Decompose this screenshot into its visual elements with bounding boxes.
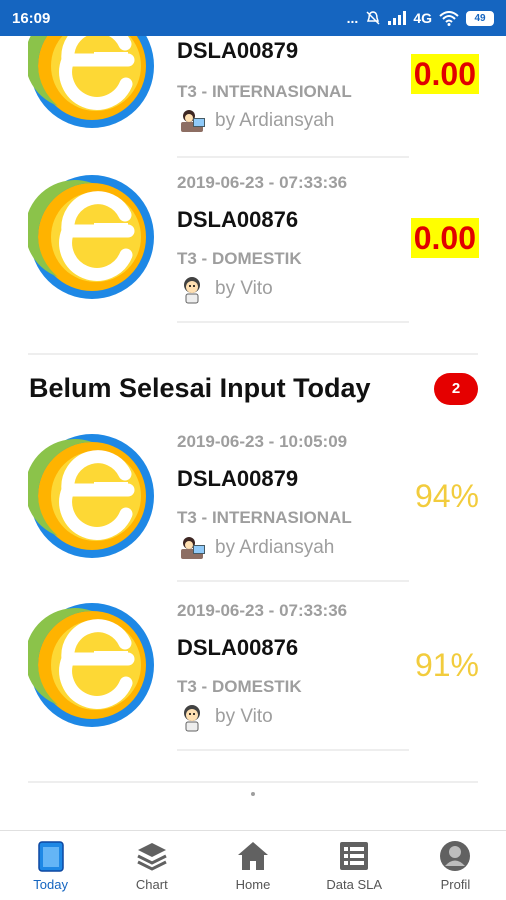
item-divider: [177, 156, 409, 158]
bottom-nav: Today Chart Home Data SLA Profil: [0, 830, 506, 900]
report-code: DSLA00879: [177, 38, 299, 63]
status-bar: 16:09 ... 4G 49: [0, 0, 506, 36]
report-author: by Ardiansyah: [177, 533, 334, 563]
report-author: by Vito: [177, 702, 273, 732]
nav-profil[interactable]: Profil: [405, 831, 506, 900]
list-item[interactable]: DSLA00879 T3 - INTERNASIONAL by Ardiansy…: [0, 36, 506, 172]
list-item[interactable]: 2019-06-23 - 10:05:09 DSLA00879 T3 - INT…: [0, 432, 506, 602]
app-logo-icon: [28, 175, 154, 299]
report-author: by Vito: [177, 274, 273, 304]
list-item[interactable]: 2019-06-23 - 07:33:36 DSLA00876 T3 - DOM…: [0, 601, 506, 771]
nav-home[interactable]: Home: [202, 831, 303, 900]
item-divider: [177, 580, 409, 582]
author-name: by Ardiansyah: [215, 537, 335, 558]
status-dots: ...: [346, 10, 359, 26]
nav-label: Data SLA: [326, 877, 383, 892]
avatar-icon: [181, 110, 205, 132]
nav-label: Chart: [135, 877, 168, 892]
scroll-indicator: [251, 792, 255, 796]
report-code: DSLA00876: [177, 635, 299, 660]
app-logo-icon: [28, 36, 154, 128]
nav-today[interactable]: Today: [0, 831, 101, 900]
score-value: 0.00: [410, 218, 479, 258]
progress-percent: 91%: [414, 647, 479, 683]
avatar-icon: [181, 537, 205, 559]
battery-icon: 49: [466, 10, 494, 26]
report-category: T3 - INTERNASIONAL: [177, 82, 352, 101]
author-name: by Vito: [215, 278, 273, 299]
report-author: by Ardiansyah: [177, 106, 334, 136]
app-logo-icon: [28, 434, 154, 558]
score-value: 0.00: [410, 54, 479, 94]
content-list[interactable]: DSLA00879 T3 - INTERNASIONAL by Ardiansy…: [0, 36, 506, 830]
signal-icon: [388, 11, 407, 25]
avatar-icon: [184, 705, 200, 732]
author-name: by Ardiansyah: [215, 110, 335, 131]
list-item[interactable]: 2019-06-23 - 07:33:36 DSLA00876 T3 - DOM…: [0, 173, 506, 343]
nav-label: Profil: [440, 877, 471, 892]
layers-icon: [137, 843, 167, 871]
report-time: 2019-06-23 - 07:33:36: [177, 601, 348, 620]
section-divider: [28, 781, 478, 783]
report-category: T3 - INTERNASIONAL: [177, 508, 352, 527]
status-icons: ... 4G 49: [347, 10, 494, 26]
home-icon: [238, 842, 268, 870]
silent-icon: [366, 11, 380, 25]
avatar-icon: [184, 277, 200, 304]
section-title: Belum Selesai Input Today: [29, 373, 371, 403]
today-icon: [37, 841, 64, 872]
app-logo-icon: [28, 603, 154, 727]
nav-chart[interactable]: Chart: [101, 831, 202, 900]
status-time: 16:09: [12, 9, 51, 27]
report-category: T3 - DOMESTIK: [177, 677, 302, 696]
section-divider: [28, 353, 478, 355]
report-time: 2019-06-23 - 10:05:09: [177, 432, 348, 451]
nav-label: Today: [33, 877, 68, 892]
network-label: 4G: [413, 10, 432, 26]
report-category: T3 - DOMESTIK: [177, 249, 302, 268]
item-divider: [177, 321, 409, 323]
author-name: by Vito: [215, 706, 273, 727]
report-code: DSLA00879: [177, 466, 299, 491]
nav-data-sla[interactable]: Data SLA: [304, 831, 405, 900]
progress-percent: 94%: [414, 478, 479, 514]
wifi-icon: [439, 10, 459, 26]
item-divider: [177, 749, 409, 751]
nav-label: Home: [235, 877, 271, 892]
report-code: DSLA00876: [177, 207, 299, 232]
report-time: 2019-06-23 - 07:33:36: [177, 173, 348, 192]
profile-icon: [440, 841, 471, 871]
list-icon: [340, 842, 369, 870]
count-badge: 2: [434, 373, 478, 405]
